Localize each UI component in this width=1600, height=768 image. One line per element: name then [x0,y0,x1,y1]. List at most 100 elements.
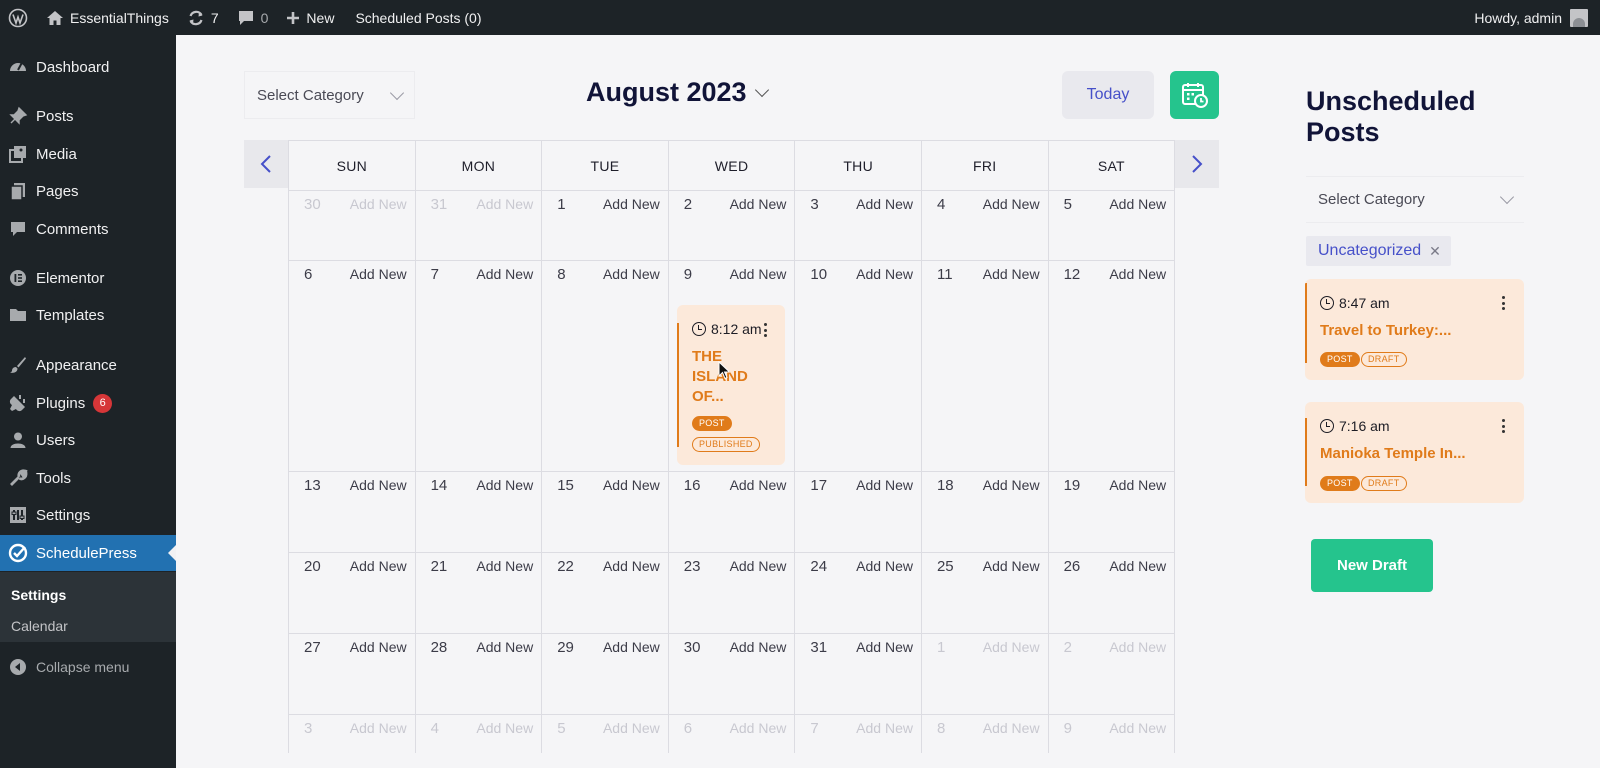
close-icon[interactable]: ✕ [1429,243,1441,260]
add-new-link[interactable]: Add New [476,477,533,493]
calendar-day-cell[interactable]: 7 Add New [416,261,543,471]
calendar-day-cell[interactable]: 8 Add New [542,261,669,471]
add-new-link[interactable]: Add New [730,196,787,212]
calendar-day-cell[interactable]: 24 Add New [795,553,922,633]
more-options-icon[interactable] [1502,419,1506,433]
calendar-day-cell[interactable]: 10 Add New [795,261,922,471]
add-new-link[interactable]: Add New [983,639,1040,655]
new-draft-button[interactable]: New Draft [1311,539,1433,592]
add-new-link[interactable]: Add New [350,266,407,282]
add-new-link[interactable]: Add New [350,477,407,493]
calendar-post-card[interactable]: 8:12 am THE ISLAND OF... POST PUBLISHED [677,305,785,465]
menu-appearance[interactable]: Appearance [0,347,176,383]
calendar-day-cell[interactable]: 2 Add New [1049,634,1175,714]
menu-dashboard[interactable]: Dashboard [0,49,176,85]
calendar-day-cell[interactable]: 17 Add New [795,472,922,552]
calendar-day-cell[interactable]: 2 Add New [669,191,796,260]
calendar-category-select[interactable]: Select Category [244,71,415,119]
add-new-link[interactable]: Add New [1109,196,1166,212]
add-new-link[interactable]: Add New [603,477,660,493]
next-month-button[interactable] [1175,140,1219,188]
add-new-link[interactable]: Add New [603,720,660,736]
add-new-link[interactable]: Add New [603,266,660,282]
add-new-link[interactable]: Add New [1109,639,1166,655]
calendar-day-cell[interactable]: 22 Add New [542,553,669,633]
schedule-calendar-button[interactable] [1170,71,1219,119]
calendar-day-cell[interactable]: 6 Add New [669,715,796,753]
calendar-day-cell[interactable]: 9 Add New [1049,715,1175,753]
calendar-day-cell[interactable]: 26 Add New [1049,553,1175,633]
add-new-link[interactable]: Add New [603,196,660,212]
add-new-link[interactable]: Add New [983,196,1040,212]
add-new-link[interactable]: Add New [856,720,913,736]
menu-elementor[interactable]: Elementor [0,260,176,296]
add-new-link[interactable]: Add New [983,477,1040,493]
calendar-day-cell[interactable]: 16 Add New [669,472,796,552]
add-new-link[interactable]: Add New [730,639,787,655]
calendar-day-cell[interactable]: 12 Add New [1049,261,1175,471]
calendar-day-cell[interactable]: 13 Add New [289,472,416,552]
calendar-day-cell[interactable]: 5 Add New [1049,191,1175,260]
collapse-menu-button[interactable]: Collapse menu [0,650,176,684]
calendar-day-cell[interactable]: 25 Add New [922,553,1049,633]
calendar-day-cell[interactable]: 30 Add New [289,191,416,260]
calendar-day-cell[interactable]: 4 Add New [922,191,1049,260]
add-new-link[interactable]: Add New [856,196,913,212]
add-new-link[interactable]: Add New [730,720,787,736]
calendar-day-cell[interactable]: 21 Add New [416,553,543,633]
menu-templates[interactable]: Templates [0,297,176,333]
menu-users[interactable]: Users [0,422,176,458]
calendar-day-cell[interactable]: 7 Add New [795,715,922,753]
menu-tools[interactable]: Tools [0,460,176,496]
add-new-link[interactable]: Add New [730,477,787,493]
post-title[interactable]: Manioka Temple In... [1320,444,1466,464]
add-new-link[interactable]: Add New [983,720,1040,736]
my-account[interactable]: Howdy, admin [1474,8,1600,27]
site-name-link[interactable]: EssentialThings [37,0,178,35]
calendar-day-cell[interactable]: 28 Add New [416,634,543,714]
calendar-day-cell[interactable]: 18 Add New [922,472,1049,552]
add-new-link[interactable]: Add New [1109,477,1166,493]
calendar-day-cell[interactable]: 27 Add New [289,634,416,714]
menu-plugins[interactable]: Plugins 6 [0,385,176,421]
add-new-link[interactable]: Add New [983,266,1040,282]
menu-comments[interactable]: Comments [0,211,176,247]
new-content-link[interactable]: New [277,0,343,35]
add-new-link[interactable]: Add New [856,558,913,574]
post-title[interactable]: Travel to Turkey:... [1320,321,1451,341]
add-new-link[interactable]: Add New [350,720,407,736]
add-new-link[interactable]: Add New [1109,558,1166,574]
more-options-icon[interactable] [764,323,768,337]
add-new-link[interactable]: Add New [476,558,533,574]
category-filter-chip[interactable]: Uncategorized ✕ [1306,236,1451,266]
calendar-day-cell[interactable]: 31 Add New [416,191,543,260]
calendar-day-cell[interactable]: 15 Add New [542,472,669,552]
add-new-link[interactable]: Add New [476,720,533,736]
menu-settings[interactable]: Settings [0,497,176,533]
calendar-day-cell[interactable]: 1 Add New [542,191,669,260]
calendar-day-cell[interactable]: 14 Add New [416,472,543,552]
add-new-link[interactable]: Add New [350,196,407,212]
add-new-link[interactable]: Add New [730,266,787,282]
month-selector[interactable]: August 2023 [586,77,769,108]
add-new-link[interactable]: Add New [1109,720,1166,736]
add-new-link[interactable]: Add New [730,558,787,574]
prev-month-button[interactable] [244,140,288,188]
add-new-link[interactable]: Add New [476,639,533,655]
calendar-day-cell[interactable]: 30 Add New [669,634,796,714]
menu-media[interactable]: Media [0,136,176,172]
unscheduled-post-card[interactable]: 7:16 am Manioka Temple In... POST DRAFT [1305,402,1524,503]
calendar-day-cell[interactable]: 6 Add New [289,261,416,471]
calendar-day-cell[interactable]: 11 Add New [922,261,1049,471]
menu-schedulepress[interactable]: SchedulePress [0,535,176,571]
today-button[interactable]: Today [1062,71,1154,119]
add-new-link[interactable]: Add New [983,558,1040,574]
more-options-icon[interactable] [1502,296,1506,310]
calendar-day-cell[interactable]: 3 Add New [795,191,922,260]
add-new-link[interactable]: Add New [476,266,533,282]
add-new-link[interactable]: Add New [856,266,913,282]
calendar-day-cell[interactable]: 31 Add New [795,634,922,714]
calendar-day-cell[interactable]: 1 Add New [922,634,1049,714]
add-new-link[interactable]: Add New [603,558,660,574]
calendar-day-cell[interactable]: 5 Add New [542,715,669,753]
